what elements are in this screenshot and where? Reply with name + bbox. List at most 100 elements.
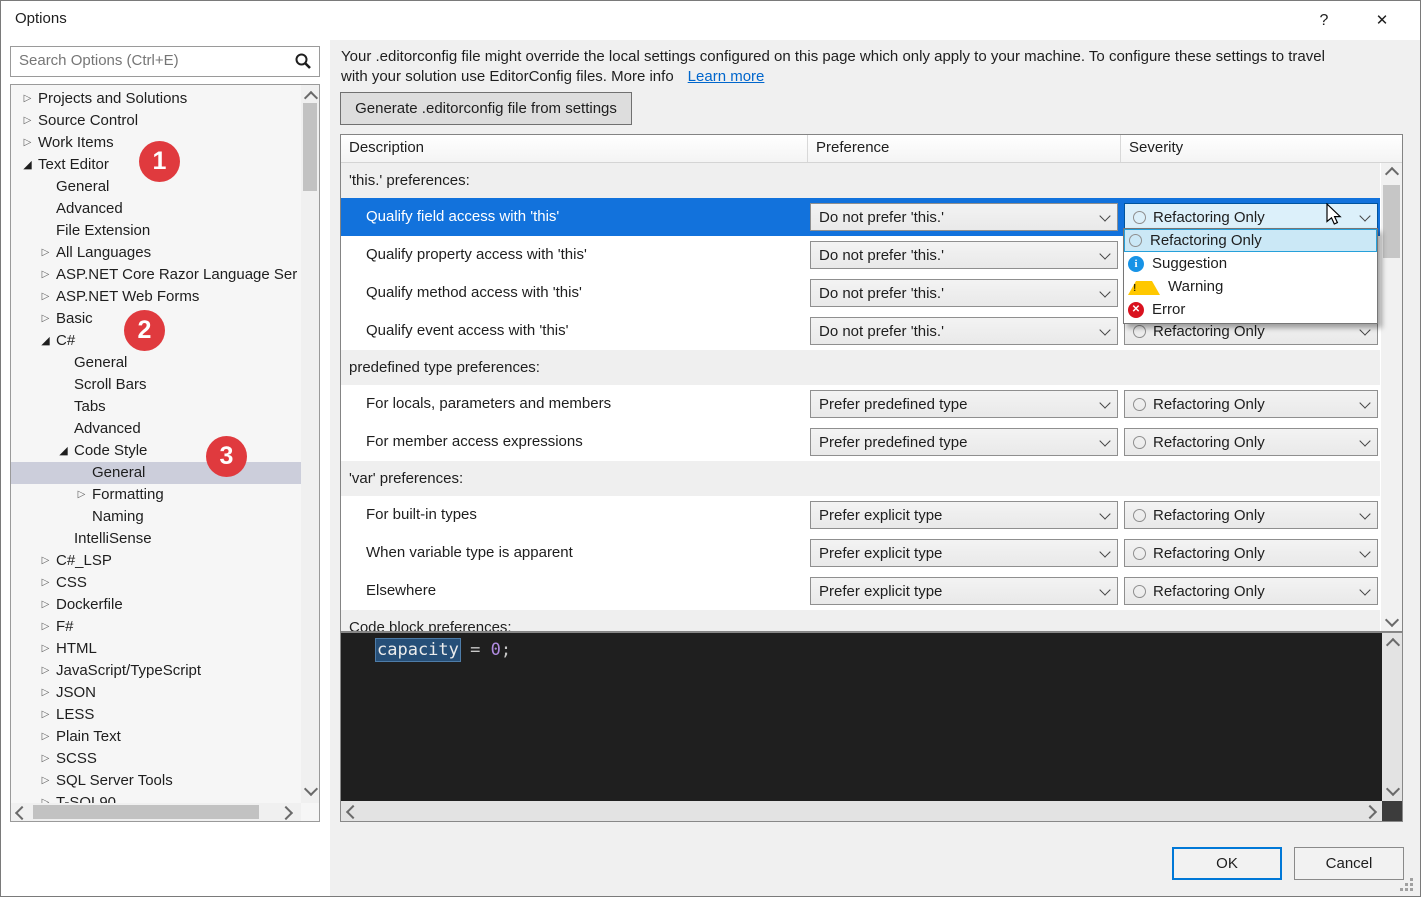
tree-item-sql-server-tools[interactable]: ▷ SQL Server Tools xyxy=(11,770,301,792)
chevron-collapsed-icon[interactable]: ▷ xyxy=(37,748,54,770)
chevron-collapsed-icon[interactable]: ▷ xyxy=(37,616,54,638)
help-icon[interactable]: ? xyxy=(1310,8,1338,34)
tree-item-asp-net-web-forms[interactable]: ▷ ASP.NET Web Forms xyxy=(11,286,301,308)
search-input[interactable]: Search Options (Ctrl+E) xyxy=(10,46,320,77)
chevron-collapsed-icon[interactable]: ▷ xyxy=(37,770,54,792)
scrollbar-thumb[interactable] xyxy=(33,805,259,819)
scrollbar-thumb[interactable] xyxy=(1383,185,1400,258)
tree-item-code-style[interactable]: ◢ Code Style xyxy=(11,440,301,462)
column-header-description[interactable]: Description xyxy=(341,135,808,162)
chevron-collapsed-icon[interactable]: ▷ xyxy=(73,484,90,506)
dropdown-item[interactable]: i Suggestion xyxy=(1124,252,1377,275)
chevron-collapsed-icon[interactable]: ▷ xyxy=(37,308,54,330)
table-row[interactable]: For built-in types Prefer explicit type Re… xyxy=(341,496,1380,534)
tree-item-tabs[interactable]: Tabs xyxy=(11,396,301,418)
chevron-collapsed-icon[interactable]: ▷ xyxy=(37,682,54,704)
column-header-preference[interactable]: Preference xyxy=(808,135,1121,162)
chevron-expanded-icon[interactable]: ◢ xyxy=(37,330,54,352)
chevron-collapsed-icon[interactable]: ▷ xyxy=(37,550,54,572)
scroll-left-icon[interactable] xyxy=(345,804,361,820)
scroll-up-icon[interactable] xyxy=(1385,637,1401,653)
scroll-down-icon[interactable] xyxy=(1384,612,1400,628)
chevron-collapsed-icon[interactable]: ▷ xyxy=(19,88,36,110)
severity-dropdown[interactable]: Refactoring Only xyxy=(1124,428,1378,456)
tree-item-less[interactable]: ▷ LESS xyxy=(11,704,301,726)
tree-item-all-languages[interactable]: ▷ All Languages xyxy=(11,242,301,264)
preview-vertical-scrollbar[interactable] xyxy=(1382,633,1402,801)
scrollbar-thumb[interactable] xyxy=(303,103,317,191)
severity-dropdown[interactable]: Refactoring Only xyxy=(1124,390,1378,418)
tree-item-f-[interactable]: ▷ F# xyxy=(11,616,301,638)
table-row[interactable]: For locals, parameters and members Prefer… xyxy=(341,385,1380,423)
chevron-collapsed-icon[interactable]: ▷ xyxy=(37,704,54,726)
search-icon[interactable] xyxy=(294,52,312,70)
chevron-collapsed-icon[interactable]: ▷ xyxy=(37,264,54,286)
tree-item-intellisense[interactable]: IntelliSense xyxy=(11,528,301,550)
chevron-collapsed-icon[interactable]: ▷ xyxy=(37,594,54,616)
ok-button[interactable]: OK xyxy=(1172,847,1282,880)
table-row[interactable]: Elsewhere Prefer explicit type Refactoring… xyxy=(341,572,1380,610)
preference-dropdown[interactable]: Prefer explicit type xyxy=(810,539,1118,567)
learn-more-link[interactable]: Learn more xyxy=(688,68,765,85)
preference-dropdown[interactable]: Prefer predefined type xyxy=(810,390,1118,418)
column-header-severity[interactable]: Severity xyxy=(1121,135,1402,162)
tree-horizontal-scrollbar[interactable] xyxy=(11,803,301,821)
tree-item-projects-and-solutions[interactable]: ▷ Projects and Solutions xyxy=(11,88,301,110)
tree-vertical-scrollbar[interactable] xyxy=(301,85,319,803)
tree-item-css[interactable]: ▷ CSS xyxy=(11,572,301,594)
chevron-collapsed-icon[interactable]: ▷ xyxy=(37,286,54,308)
tree-item-html[interactable]: ▷ HTML xyxy=(11,638,301,660)
chevron-expanded-icon[interactable]: ◢ xyxy=(55,440,72,462)
preference-dropdown[interactable]: Do not prefer 'this.' xyxy=(810,317,1118,345)
tree-item-source-control[interactable]: ▷ Source Control xyxy=(11,110,301,132)
dropdown-item[interactable]: ✕ Error xyxy=(1124,298,1377,321)
chevron-collapsed-icon[interactable]: ▷ xyxy=(19,110,36,132)
dropdown-item[interactable]: Refactoring Only xyxy=(1124,229,1377,252)
chevron-collapsed-icon[interactable]: ▷ xyxy=(37,242,54,264)
chevron-collapsed-icon[interactable]: ▷ xyxy=(37,660,54,682)
scroll-right-icon[interactable] xyxy=(278,805,294,821)
preference-dropdown[interactable]: Do not prefer 'this.' xyxy=(810,279,1118,307)
tree-item-json[interactable]: ▷ JSON xyxy=(11,682,301,704)
chevron-collapsed-icon[interactable]: ▷ xyxy=(37,792,54,803)
table-row[interactable]: When variable type is apparent Prefer exp… xyxy=(341,534,1380,572)
tree-item-naming[interactable]: Naming xyxy=(11,506,301,528)
preview-horizontal-scrollbar[interactable] xyxy=(341,801,1382,821)
tree-item-scroll-bars[interactable]: Scroll Bars xyxy=(11,374,301,396)
tree-item-javascript-typescript[interactable]: ▷ JavaScript/TypeScript xyxy=(11,660,301,682)
scroll-down-icon[interactable] xyxy=(1385,781,1401,797)
close-icon[interactable]: ✕ xyxy=(1368,8,1396,34)
table-row[interactable]: For member access expressions Prefer pred… xyxy=(341,423,1380,461)
tree-item-general[interactable]: General xyxy=(11,462,301,484)
resize-grip-icon[interactable] xyxy=(1400,878,1413,891)
scroll-up-icon[interactable] xyxy=(1384,166,1400,182)
preference-dropdown[interactable]: Do not prefer 'this.' xyxy=(810,203,1118,231)
tree-item-formatting[interactable]: ▷ Formatting xyxy=(11,484,301,506)
tree-item-advanced[interactable]: Advanced xyxy=(11,198,301,220)
preference-dropdown[interactable]: Prefer predefined type xyxy=(810,428,1118,456)
tree-item-t-sql90[interactable]: ▷ T-SQL90 xyxy=(11,792,301,803)
generate-editorconfig-button[interactable]: Generate .editorconfig file from setting… xyxy=(340,92,632,125)
preference-dropdown[interactable]: Prefer explicit type xyxy=(810,577,1118,605)
severity-dropdown[interactable]: Refactoring Only xyxy=(1124,577,1378,605)
tree-item-plain-text[interactable]: ▷ Plain Text xyxy=(11,726,301,748)
dropdown-item[interactable]: ! Warning xyxy=(1124,275,1377,298)
preference-dropdown[interactable]: Do not prefer 'this.' xyxy=(810,241,1118,269)
preference-dropdown[interactable]: Prefer explicit type xyxy=(810,501,1118,529)
tree-item-file-extension[interactable]: File Extension xyxy=(11,220,301,242)
table-vertical-scrollbar[interactable] xyxy=(1381,163,1402,631)
severity-dropdown[interactable]: Refactoring Only xyxy=(1124,539,1378,567)
chevron-collapsed-icon[interactable]: ▷ xyxy=(37,638,54,660)
cancel-button[interactable]: Cancel xyxy=(1294,847,1404,880)
tree-item-general[interactable]: General xyxy=(11,352,301,374)
chevron-collapsed-icon[interactable]: ▷ xyxy=(37,726,54,748)
tree-item-advanced[interactable]: Advanced xyxy=(11,418,301,440)
chevron-collapsed-icon[interactable]: ▷ xyxy=(37,572,54,594)
severity-dropdown[interactable]: Refactoring Only xyxy=(1124,501,1378,529)
tree-item-dockerfile[interactable]: ▷ Dockerfile xyxy=(11,594,301,616)
tree-item-c-lsp[interactable]: ▷ C#_LSP xyxy=(11,550,301,572)
scroll-down-icon[interactable] xyxy=(303,781,319,797)
tree-item-scss[interactable]: ▷ SCSS xyxy=(11,748,301,770)
scroll-left-icon[interactable] xyxy=(14,805,30,821)
tree-item-asp-net-core-razor-language-ser[interactable]: ▷ ASP.NET Core Razor Language Ser xyxy=(11,264,301,286)
